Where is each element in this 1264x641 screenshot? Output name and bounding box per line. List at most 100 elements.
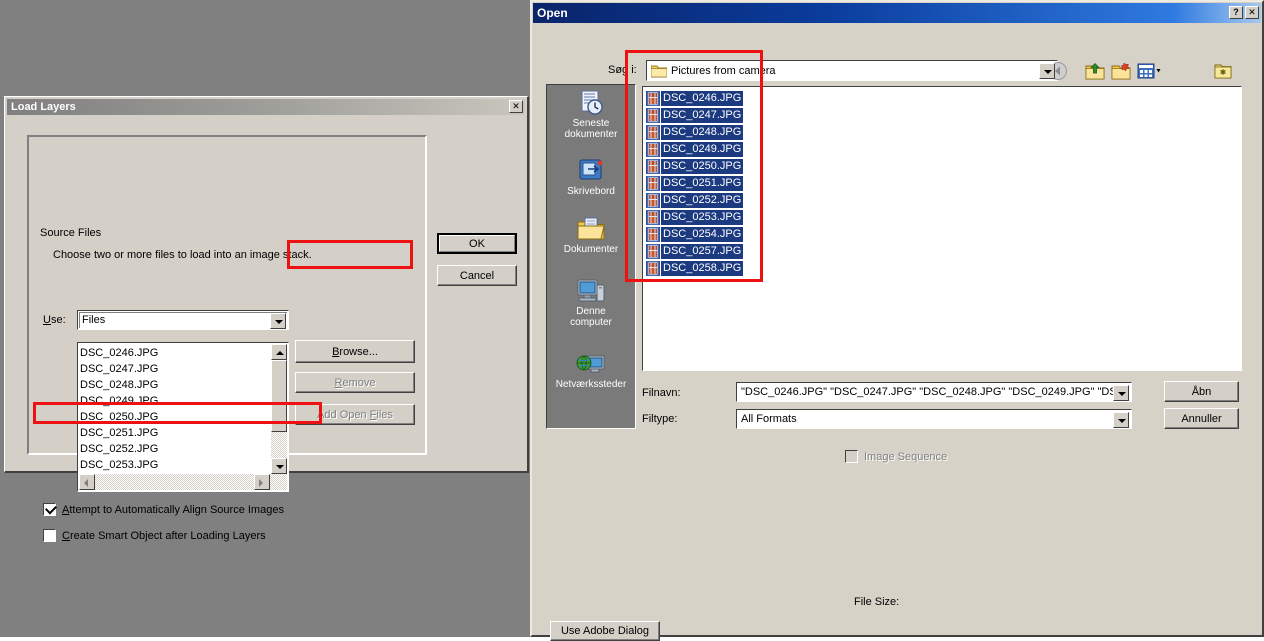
place-item-label-line2: dokumenter [564, 129, 618, 140]
jpeg-file-icon [646, 176, 660, 191]
image-sequence-label: Image Sequence [864, 450, 948, 463]
list-item-label: DSC_0250.JPG [661, 159, 744, 174]
filetype-value: All Formats [741, 413, 797, 425]
list-item[interactable]: DSC_0258.JPG [646, 260, 744, 277]
list-item-label: DSC_0248.JPG [661, 125, 744, 140]
list-item[interactable]: DSC_0251.JPG [80, 425, 158, 441]
filename-combobox[interactable]: "DSC_0246.JPG" "DSC_0247.JPG" "DSC_0248.… [736, 382, 1132, 402]
scroll-left-icon[interactable] [79, 474, 95, 490]
place-item-my-computer[interactable]: Denne computer [547, 277, 635, 328]
list-item[interactable]: DSC_0248.JPG [646, 124, 744, 141]
checkbox-box[interactable] [43, 502, 58, 516]
scrollbar-track[interactable] [271, 432, 287, 458]
jpeg-file-icon [646, 261, 660, 276]
auto-align-checkbox[interactable]: Attempt to Automatically Align Source Im… [43, 502, 284, 516]
jpeg-file-icon [646, 125, 660, 140]
scroll-down-icon[interactable] [271, 458, 287, 474]
cancel-button-label: Cancel [459, 269, 495, 282]
open-dialog: Open ? ✕ Søg i: Pictures from camera Sen… [530, 0, 1264, 641]
jpeg-file-icon [646, 244, 660, 259]
help-icon[interactable]: ? [1229, 6, 1243, 19]
browse-button[interactable]: Browse... [295, 340, 415, 363]
my-computer-icon [576, 277, 606, 305]
list-item[interactable]: DSC_0248.JPG [80, 377, 158, 393]
load-layers-dialog: Load Layers ✕ Source Files Choose two or… [4, 96, 529, 542]
list-item[interactable]: DSC_0257.JPG [646, 243, 744, 260]
smart-object-mnemonic: C [62, 529, 70, 542]
list-item[interactable]: DSC_0251.JPG [646, 175, 744, 192]
new-folder-icon[interactable] [1110, 60, 1132, 82]
annuller-cancel-button[interactable]: Annuller [1164, 408, 1239, 429]
list-item[interactable]: DSC_0252.JPG [80, 441, 158, 457]
scroll-right-icon[interactable] [254, 474, 270, 490]
checkbox-box [845, 450, 858, 463]
load-layers-file-list-items: DSC_0246.JPG DSC_0247.JPG DSC_0248.JPG DSC_… [80, 345, 158, 473]
checkbox-box[interactable] [43, 529, 56, 542]
open-dialog-titlebar[interactable]: Open ? ✕ [533, 3, 1261, 23]
load-layers-titlebar[interactable]: Load Layers ✕ [7, 99, 525, 115]
look-in-label: Søg i: [608, 64, 637, 76]
list-item[interactable]: DSC_0246.JPG [646, 90, 744, 107]
close-icon[interactable]: ✕ [509, 100, 523, 113]
remove-label-rest: emove [342, 376, 376, 389]
look-in-combobox[interactable]: Pictures from camera [646, 60, 1058, 81]
chevron-down-icon[interactable] [1113, 385, 1129, 401]
place-item-network-places[interactable]: Netværkssteder [547, 350, 635, 390]
jpeg-file-icon [646, 108, 660, 123]
use-combobox-field [79, 312, 287, 328]
up-one-level-icon[interactable] [1084, 60, 1106, 82]
list-item-label: DSC_0253.JPG [661, 210, 744, 225]
load-layers-horizontal-scrollbar[interactable] [79, 474, 287, 490]
open-file-list[interactable]: DSC_0246.JPG DSC_0247.JPG DSC_0248.JPG DSC_… [642, 86, 1242, 371]
image-sequence-checkbox: Image Sequence [845, 450, 947, 463]
open-dialog-title: Open [537, 6, 568, 20]
chevron-down-icon[interactable] [1039, 63, 1055, 79]
list-item[interactable]: DSC_0249.JPG [646, 141, 744, 158]
load-layers-vertical-scrollbar[interactable] [271, 344, 287, 474]
use-adobe-dialog-button[interactable]: Use Adobe Dialog [550, 621, 660, 641]
list-item[interactable]: DSC_0253.JPG [646, 209, 744, 226]
list-item[interactable]: DSC_0247.JPG [646, 107, 744, 124]
place-item-label: Skrivebord [567, 186, 615, 197]
chevron-down-icon[interactable] [270, 313, 286, 329]
jpeg-file-icon [646, 227, 660, 242]
ok-button[interactable]: OK [437, 233, 517, 254]
add-open-files-button: Add Open Files [295, 404, 415, 425]
list-item[interactable]: DSC_0254.JPG [646, 226, 744, 243]
browse-label-rest: rowse... [339, 345, 378, 358]
cancel-button[interactable]: Cancel [437, 265, 517, 286]
jpeg-file-icon [646, 159, 660, 174]
create-smart-object-label: Create Smart Object after Loading Layers [62, 530, 266, 542]
list-item[interactable]: DSC_0250.JPG [80, 409, 158, 425]
list-item[interactable]: DSC_0249.JPG [80, 393, 158, 409]
list-item[interactable]: DSC_0250.JPG [646, 158, 744, 175]
open-button-label: Åbn [1191, 385, 1212, 398]
adobe-folder-icon[interactable] [1212, 60, 1234, 82]
list-item[interactable]: DSC_0246.JPG [80, 345, 158, 361]
use-combobox-value: Files [82, 314, 106, 326]
close-icon[interactable]: ✕ [1245, 6, 1259, 19]
use-adobe-dialog-label: Use Adobe Dialog [560, 625, 650, 637]
look-in-value: Pictures from camera [671, 65, 776, 77]
place-item-recent-documents[interactable]: Seneste dokumenter [547, 89, 635, 140]
scrollbar-thumb[interactable] [271, 360, 287, 432]
place-item-label-line2: computer [570, 317, 612, 328]
views-icon[interactable] [1136, 60, 1166, 82]
place-item-desktop[interactable]: Skrivebord [547, 157, 635, 197]
create-smart-object-checkbox[interactable]: Create Smart Object after Loading Layers [43, 529, 266, 542]
chevron-down-icon[interactable] [1113, 412, 1129, 428]
list-item[interactable]: DSC_0247.JPG [80, 361, 158, 377]
open-button[interactable]: Åbn [1164, 381, 1239, 402]
list-item[interactable]: DSC_0252.JPG [646, 192, 744, 209]
load-layers-file-list[interactable]: DSC_0246.JPG DSC_0247.JPG DSC_0248.JPG DSC_… [77, 342, 289, 492]
place-item-documents-folder[interactable]: Dokumenter [547, 215, 635, 255]
filetype-combobox[interactable]: All Formats [736, 409, 1132, 429]
file-size-label: File Size: [854, 596, 900, 608]
use-combobox[interactable]: Files [77, 310, 289, 330]
list-item[interactable]: DSC_0253.JPG [80, 457, 158, 473]
list-item-label: DSC_0251.JPG [661, 176, 744, 191]
scroll-up-icon[interactable] [271, 344, 287, 360]
check-icon [44, 502, 58, 515]
desktop-icon [576, 157, 606, 185]
list-item-label: DSC_0252.JPG [661, 193, 744, 208]
